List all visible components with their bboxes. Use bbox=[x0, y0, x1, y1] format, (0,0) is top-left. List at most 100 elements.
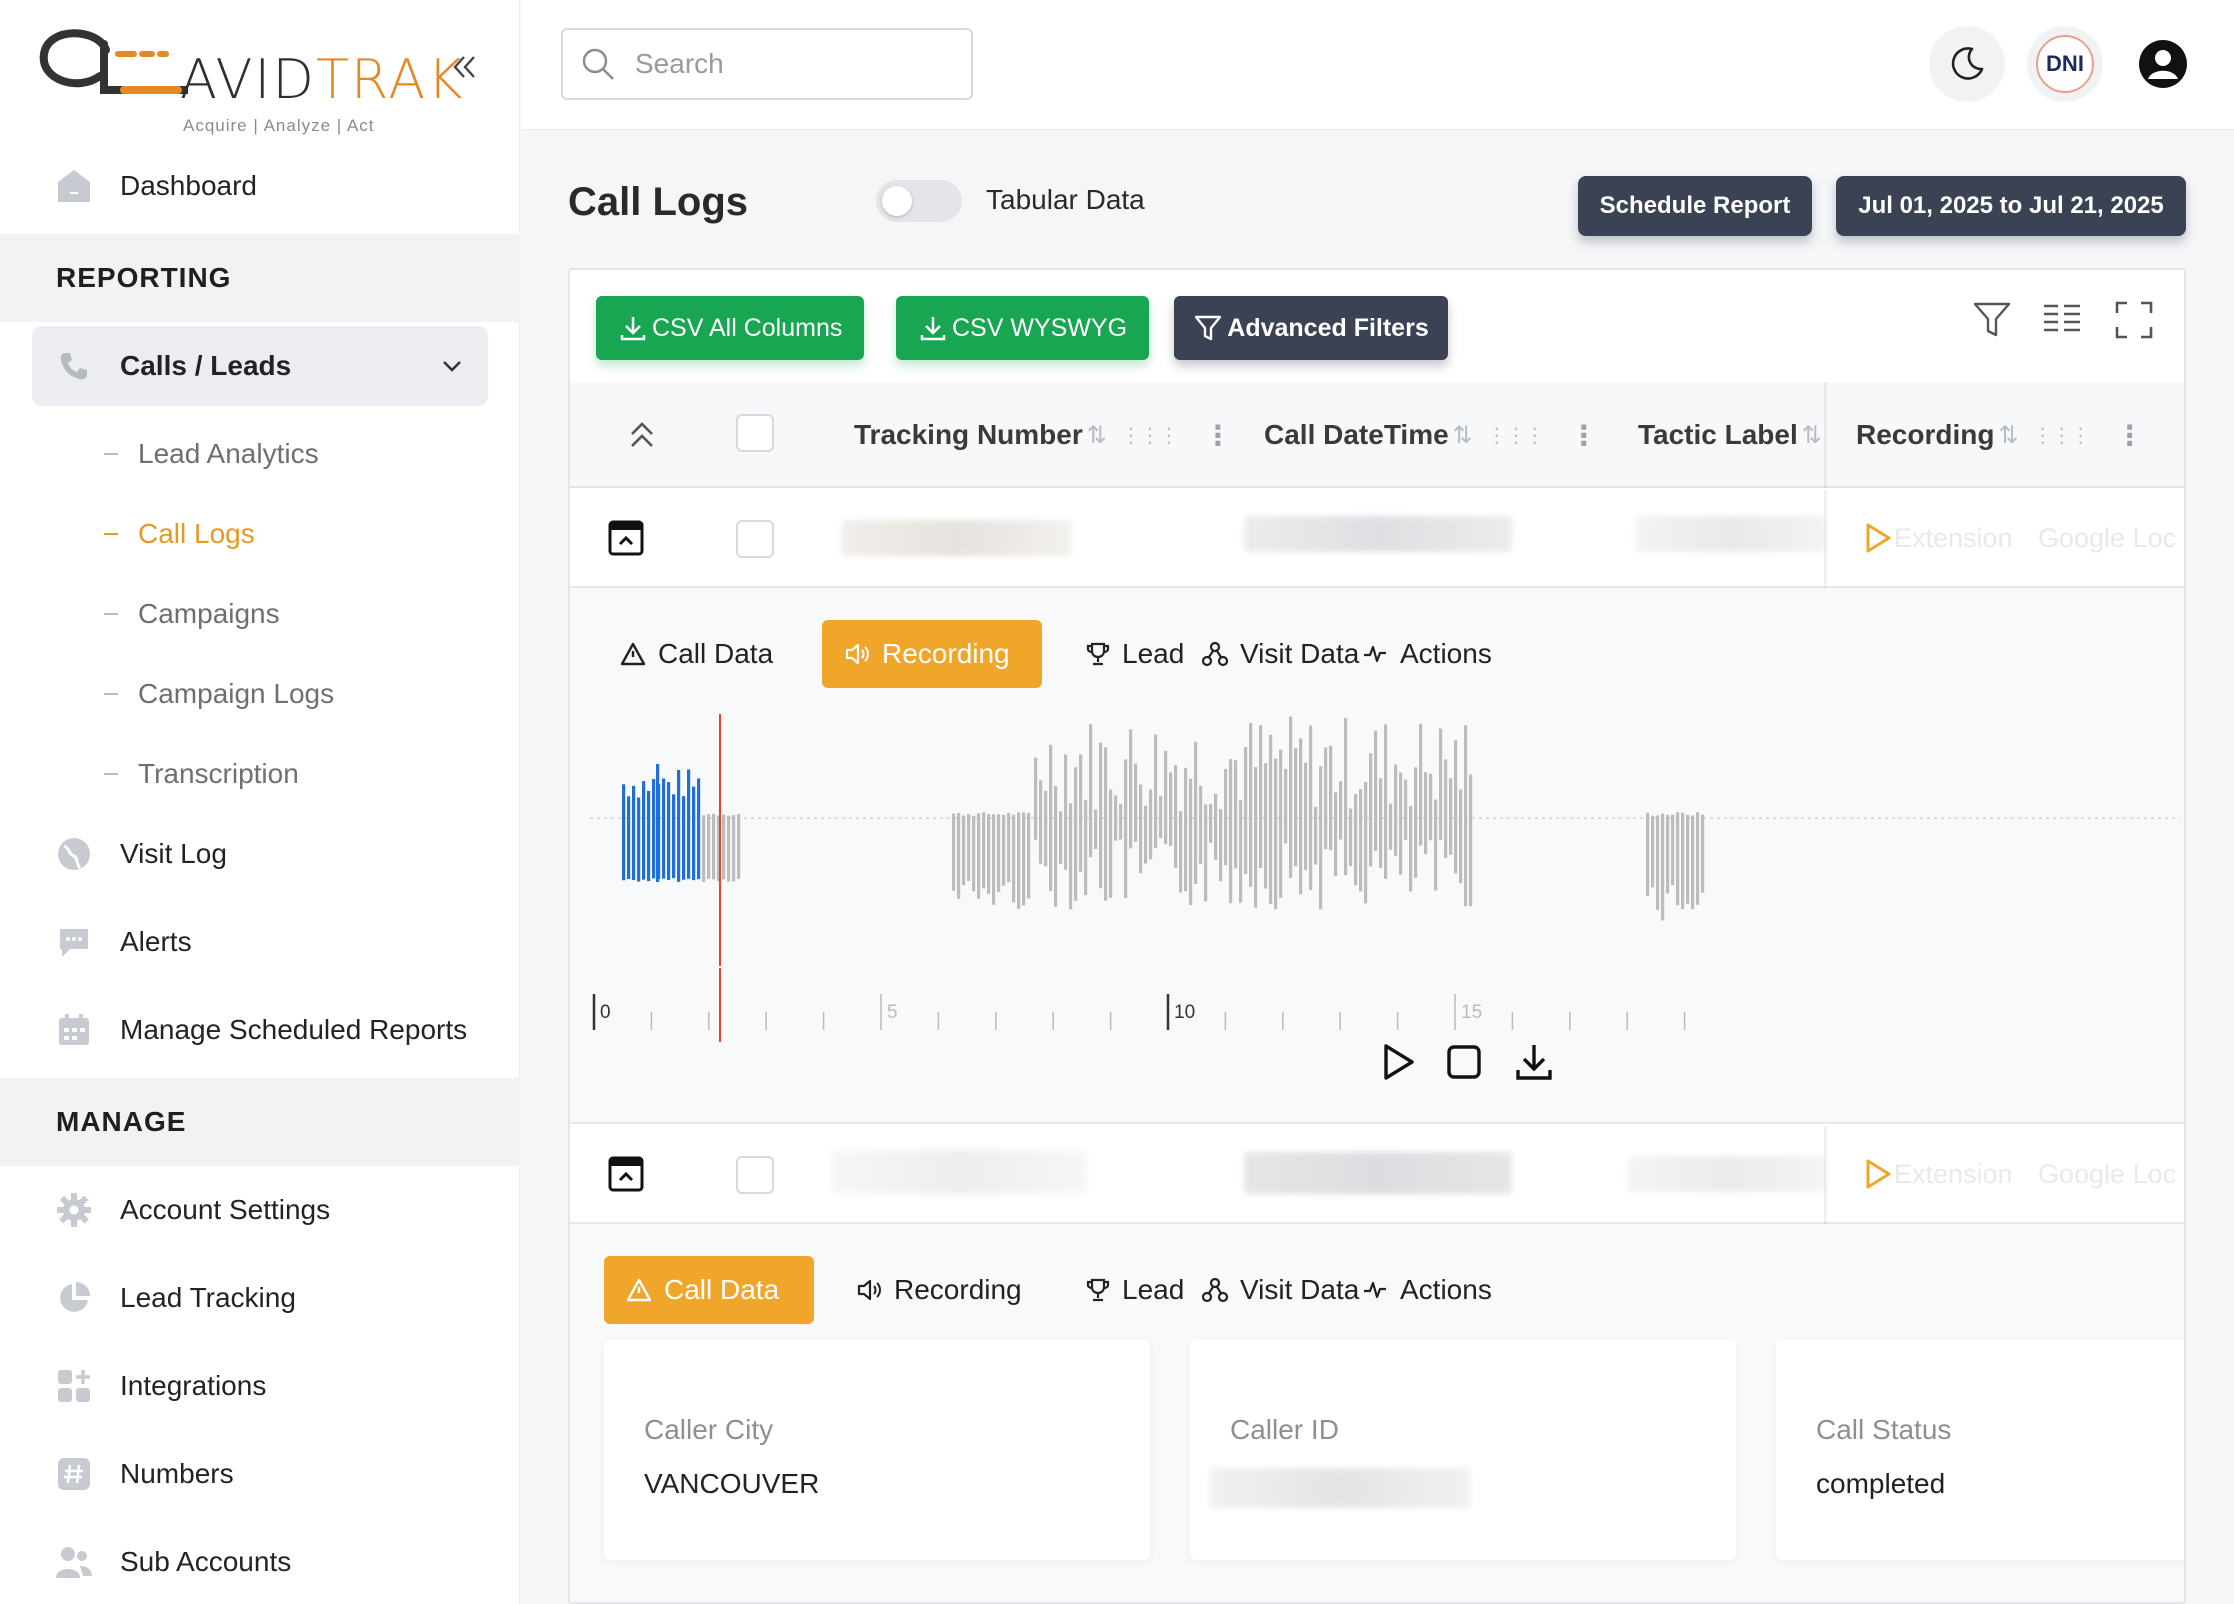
advanced-filters-button[interactable]: Advanced Filters bbox=[1174, 296, 1448, 360]
drag-handle-icon[interactable]: ⋮⋮⋮ bbox=[1487, 423, 1545, 448]
sort-icon[interactable]: ⇅ bbox=[1453, 421, 1473, 450]
brand-logo[interactable]: AVIDTRAK Acquire | Analyze | Act bbox=[38, 20, 463, 135]
row-expand-icon[interactable] bbox=[608, 520, 644, 556]
dni-button[interactable]: DNI bbox=[2027, 26, 2103, 102]
waveform-bar bbox=[637, 797, 641, 882]
filter-icon[interactable] bbox=[1972, 300, 2012, 340]
waveform-bar bbox=[1154, 734, 1158, 848]
top-bar: DNI bbox=[521, 0, 2234, 130]
waveform-bar bbox=[662, 778, 666, 879]
sort-icon[interactable]: ⇅ bbox=[1998, 421, 2018, 450]
download-recording-icon[interactable] bbox=[1514, 1042, 1554, 1082]
timeline-label: 0 bbox=[600, 1002, 611, 1023]
drag-handle-icon[interactable]: ⋮⋮⋮ bbox=[2033, 423, 2091, 448]
date-range-button[interactable]: Jul 01, 2025 to Jul 21, 2025 bbox=[1836, 176, 2186, 236]
schedule-report-button[interactable]: Schedule Report bbox=[1578, 176, 1812, 236]
search-box[interactable] bbox=[561, 28, 973, 100]
table-row[interactable]: Extension Google Loc bbox=[570, 1126, 2184, 1224]
sidebar-item-label: Numbers bbox=[120, 1458, 234, 1489]
column-menu-icon[interactable]: ⋮ bbox=[1204, 419, 1232, 452]
sidebar-item-visit-log[interactable]: Visit Log bbox=[32, 814, 488, 894]
sort-icon[interactable]: ⇅ bbox=[1802, 421, 1822, 450]
sidebar-item-integrations[interactable]: Integrations bbox=[32, 1346, 488, 1426]
sidebar-subitem-lead-analytics[interactable]: Lead Analytics bbox=[104, 424, 319, 484]
tab-actions[interactable]: Actions bbox=[1340, 1256, 1514, 1324]
sidebar-subitem-label: Campaigns bbox=[138, 598, 280, 629]
play-recording-icon[interactable] bbox=[1864, 522, 1892, 554]
row-expand-icon[interactable] bbox=[608, 1156, 644, 1192]
csv-wysiwyg-button[interactable]: CSV WYSWYG bbox=[896, 296, 1150, 360]
waveform-bar bbox=[1319, 766, 1323, 910]
row-checkbox[interactable] bbox=[736, 520, 774, 558]
stop-icon[interactable] bbox=[1446, 1044, 1482, 1080]
waveform-bar bbox=[1049, 744, 1053, 892]
sidebar-item-numbers[interactable]: Numbers bbox=[32, 1434, 488, 1514]
sort-icon[interactable]: ⇅ bbox=[1087, 421, 1107, 450]
waveform-bar bbox=[1234, 760, 1238, 869]
search-input[interactable] bbox=[635, 48, 955, 80]
waveform-bar bbox=[1374, 730, 1378, 851]
sidebar-subitem-label: Call Logs bbox=[138, 518, 255, 549]
fullscreen-icon[interactable] bbox=[2114, 300, 2154, 340]
csv-all-columns-button[interactable]: CSV All Columns bbox=[596, 296, 865, 360]
info-value: VANCOUVER bbox=[644, 1468, 820, 1499]
sidebar-subitem-campaigns[interactable]: Campaigns bbox=[104, 584, 280, 644]
row-checkbox[interactable] bbox=[736, 1156, 774, 1194]
dash-icon bbox=[104, 613, 118, 615]
waveform-bar bbox=[1224, 768, 1228, 866]
waveform-bar bbox=[967, 814, 971, 881]
waveform-bar bbox=[987, 814, 991, 894]
tab-actions[interactable]: Actions bbox=[1340, 620, 1514, 688]
table-row[interactable]: Extension Google Loc bbox=[570, 490, 2184, 588]
sidebar-item-sub-accounts[interactable]: Sub Accounts bbox=[32, 1522, 488, 1602]
pie-chart-icon bbox=[52, 1276, 96, 1320]
column-menu-icon[interactable]: ⋮ bbox=[2116, 419, 2144, 452]
waveform-bar bbox=[1064, 754, 1068, 870]
brand-name: AVIDTRAK bbox=[180, 48, 465, 111]
tab-call-data[interactable]: Call Data bbox=[598, 620, 795, 688]
collapse-all-icon[interactable] bbox=[628, 420, 656, 450]
waveform-bar bbox=[1424, 772, 1428, 855]
waveform-bar bbox=[1002, 814, 1006, 886]
recording-waveform[interactable] bbox=[590, 706, 2180, 966]
sidebar-subitem-transcription[interactable]: Transcription bbox=[104, 744, 299, 804]
play-icon[interactable] bbox=[1378, 1042, 1418, 1082]
select-all-checkbox[interactable] bbox=[736, 414, 774, 452]
column-menu-icon[interactable]: ⋮ bbox=[1570, 419, 1598, 452]
waveform-bar bbox=[1671, 814, 1675, 886]
waveform-bar bbox=[1022, 812, 1026, 906]
sidebar-item-manage-scheduled-reports[interactable]: Manage Scheduled Reports bbox=[32, 990, 488, 1070]
tab-recording[interactable]: Recording bbox=[822, 620, 1042, 688]
chevron-down-icon bbox=[443, 361, 461, 372]
sidebar-subitem-campaign-logs[interactable]: Campaign Logs bbox=[104, 664, 334, 724]
sidebar-item-dashboard[interactable]: Dashboard bbox=[32, 146, 488, 226]
tabular-data-toggle[interactable] bbox=[876, 180, 962, 222]
waveform-bar bbox=[1686, 814, 1690, 904]
play-recording-icon[interactable] bbox=[1864, 1158, 1892, 1190]
tab-call-data[interactable]: Call Data bbox=[604, 1256, 814, 1324]
sidebar-item-lead-tracking[interactable]: Lead Tracking bbox=[32, 1258, 488, 1338]
column-header-tracking-number[interactable]: Tracking Number ⇅ ⋮⋮⋮ ⋮ bbox=[854, 382, 1232, 488]
sidebar-item-alerts[interactable]: Alerts bbox=[32, 902, 488, 982]
drag-handle-icon[interactable]: ⋮⋮⋮ bbox=[1121, 423, 1179, 448]
waveform-bar bbox=[1189, 778, 1193, 905]
sidebar-subitem-call-logs[interactable]: Call Logs bbox=[104, 504, 255, 564]
dark-mode-toggle[interactable] bbox=[1929, 26, 2005, 102]
info-card-caller-id: Caller ID bbox=[1190, 1340, 1736, 1560]
recording-timeline[interactable]: 0 5 10 15 bbox=[590, 968, 2180, 1048]
user-menu-button[interactable] bbox=[2125, 26, 2201, 102]
column-header-call-datetime[interactable]: Call DateTime ⇅ ⋮⋮⋮ ⋮ bbox=[1264, 382, 1598, 488]
collapse-sidebar-icon[interactable] bbox=[452, 54, 478, 80]
waveform-bar bbox=[997, 814, 1001, 893]
column-header-tactic-label[interactable]: Tactic Label ⇅ bbox=[1638, 382, 1822, 488]
sidebar-item-calls-leads[interactable]: Calls / Leads bbox=[32, 326, 488, 406]
waveform-bar bbox=[1314, 806, 1318, 865]
sidebar-item-label: Dashboard bbox=[120, 170, 257, 201]
column-header-recording[interactable]: Recording ⇅ ⋮⋮⋮ ⋮ bbox=[1856, 382, 2144, 488]
tab-recording[interactable]: Recording bbox=[834, 1256, 1044, 1324]
columns-icon[interactable] bbox=[2042, 300, 2082, 340]
waveform-bar bbox=[1389, 803, 1393, 850]
row-detail-panel: Call Data Recording Lead Visit Data Acti… bbox=[570, 1224, 2184, 1602]
sidebar-item-account-settings[interactable]: Account Settings bbox=[32, 1170, 488, 1250]
dash-icon bbox=[104, 693, 118, 695]
